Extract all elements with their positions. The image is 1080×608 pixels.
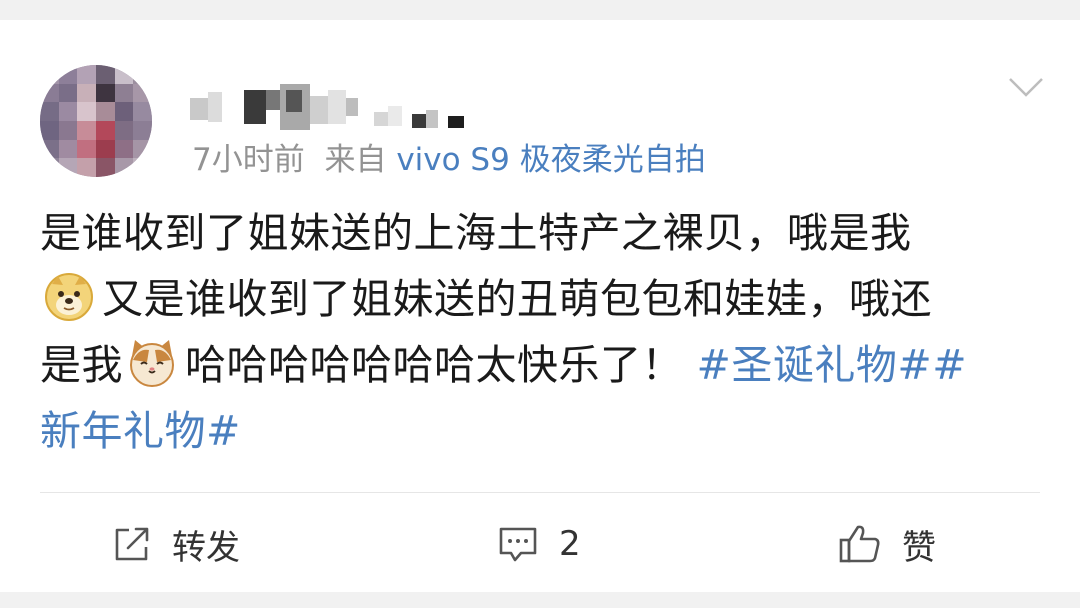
- like-label: 赞: [902, 527, 936, 568]
- comment-icon: [499, 527, 537, 562]
- source-prefix: 来自: [324, 142, 387, 178]
- post-line: 是谁收到了姐妹送的上海土特产之裸贝，哦是我: [40, 209, 912, 257]
- time-ago: 7小时前: [192, 142, 305, 178]
- cat-emoji-icon: [130, 340, 174, 387]
- post-meta: 7小时前 来自 vivo S9 极夜柔光自拍: [192, 140, 706, 180]
- repost-button[interactable]: 转发: [112, 520, 240, 568]
- comment-count: 2: [559, 524, 581, 564]
- post-line: 是我 哈哈哈哈哈哈哈太快乐了！ #圣诞礼物##: [40, 332, 1040, 398]
- repost-icon: [115, 527, 149, 561]
- post-line: 又是谁收到了姐妹送的丑萌包包和娃娃，哦还: [40, 266, 1040, 332]
- divider: [40, 492, 1040, 493]
- hashtag-new-year-gift-start[interactable]: #: [932, 341, 967, 389]
- doge-emoji-icon: [45, 273, 93, 321]
- like-button[interactable]: 赞: [838, 520, 936, 568]
- repost-label: 转发: [172, 527, 240, 568]
- source-device-link[interactable]: vivo S9 极夜柔光自拍: [396, 142, 705, 178]
- avatar[interactable]: [40, 65, 152, 177]
- post-text: 是谁收到了姐妹送的上海土特产之裸贝，哦是我 又是谁收到了姐妹送的丑萌包包和娃娃，…: [40, 200, 1040, 464]
- chevron-down-icon[interactable]: [1008, 76, 1044, 100]
- post-line: 新年礼物#: [40, 398, 1040, 464]
- hashtag-christmas-gift[interactable]: #圣诞礼物#: [697, 341, 933, 389]
- comment-button[interactable]: 2: [497, 520, 581, 568]
- post-card: 7小时前 来自 vivo S9 极夜柔光自拍 是谁收到了姐妹送的上海土特产之裸贝…: [0, 20, 1080, 592]
- hashtag-new-year-gift[interactable]: 新年礼物#: [40, 407, 241, 455]
- thumbs-up-icon: [839, 525, 880, 563]
- username-censored[interactable]: [190, 84, 480, 130]
